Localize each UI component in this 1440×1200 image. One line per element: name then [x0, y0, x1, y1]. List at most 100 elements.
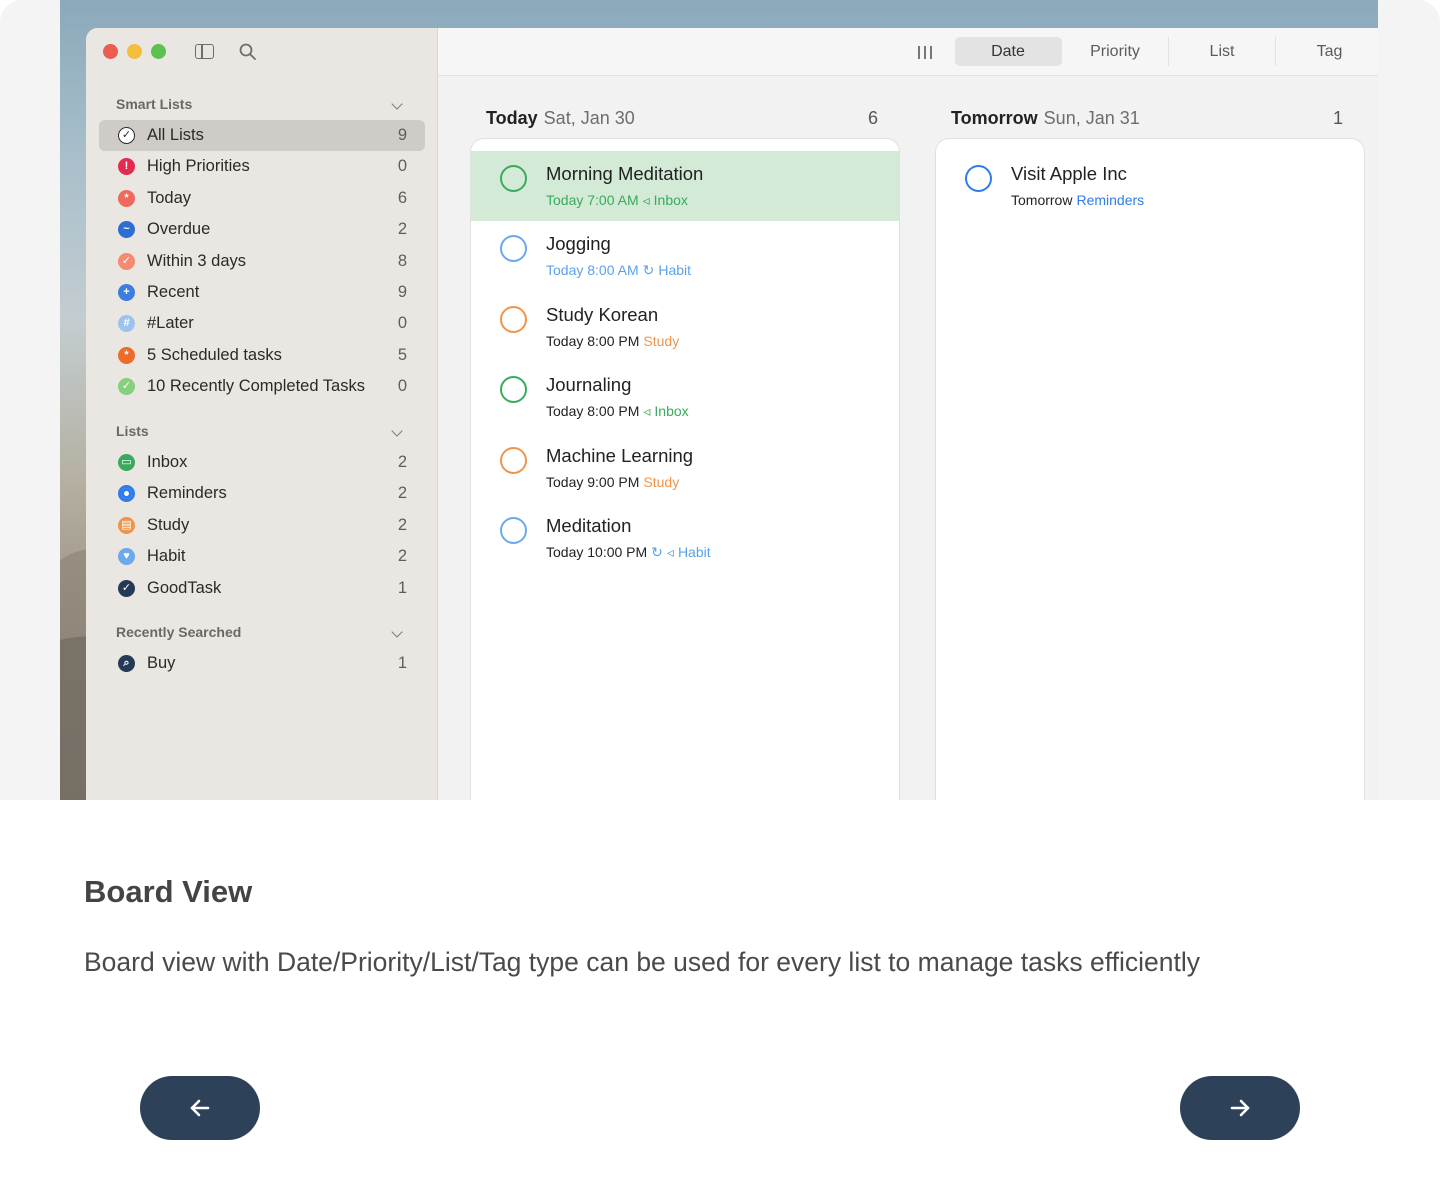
tab-tag[interactable]: Tag: [1276, 37, 1378, 66]
minimize-window-button[interactable]: [127, 44, 142, 59]
exclamation-icon: !: [118, 158, 135, 176]
sidebar-item-label: Inbox: [147, 453, 188, 471]
task-meta-part: Inbox: [654, 403, 689, 420]
inbox-icon: ▭: [118, 454, 135, 471]
asterisk-icon: *: [118, 189, 135, 207]
caption-description: Board view with Date/Priority/List/Tag t…: [84, 947, 1200, 977]
sidebar-item-count: 9: [397, 283, 407, 301]
previous-button[interactable]: [140, 1076, 260, 1140]
sidebar-item-label: Recent: [147, 283, 200, 301]
lists-heading: Lists: [116, 423, 149, 439]
column-count: 6: [868, 108, 879, 128]
close-window-button[interactable]: [103, 44, 118, 59]
sidebar-item-count: 6: [397, 188, 407, 207]
board-view-icon[interactable]: [918, 46, 932, 59]
sidebar-item-label: Study: [147, 515, 190, 534]
sidebar-item-label: All Lists: [147, 126, 204, 144]
sidebar-item-recent[interactable]: + Recent 9: [99, 277, 425, 308]
task-meta-part: Study: [643, 332, 680, 349]
asterisk-icon: *: [118, 346, 135, 364]
lists-collapse-icon[interactable]: [391, 425, 403, 437]
task-title: Jogging: [546, 233, 611, 255]
recently-searched-collapse-icon[interactable]: [391, 626, 403, 638]
sidebar-item-reminders[interactable]: Reminders 2: [99, 478, 425, 509]
task-complete-checkbox[interactable]: [500, 305, 527, 333]
task-complete-checkbox[interactable]: [500, 165, 527, 192]
sidebar-item-label: 5 Scheduled tasks: [147, 345, 282, 364]
sidebar-item-habit[interactable]: ♥ Habit 2: [99, 541, 425, 572]
sidebar-item-all-lists[interactable]: ✓ All Lists 9: [99, 120, 425, 151]
sidebar-item-5-scheduled-tasks[interactable]: * 5 Scheduled tasks 5: [99, 340, 425, 371]
sidebar-toggle-icon[interactable]: [195, 44, 214, 59]
next-button[interactable]: [1180, 1076, 1300, 1140]
sidebar-item-label: Buy: [147, 654, 176, 672]
column-card: Visit Apple Inc Tomorrow Reminders: [935, 138, 1365, 800]
sidebar-item-buy[interactable]: ⌕ Buy 1: [99, 648, 425, 679]
task-meta-part: Habit: [658, 262, 692, 279]
task-row[interactable]: Morning Meditation Today 7:00 AM ◃ Inbox: [471, 151, 899, 221]
check-circle-icon: ✓: [118, 127, 135, 144]
sidebar-item-count: 5: [397, 345, 407, 364]
screenshot-frame: Smart Lists ✓ All Lists 9 ! High Priorities 0…: [0, 0, 1440, 800]
task-meta-part: Reminders: [1076, 192, 1145, 208]
task-meta-part: ↻: [651, 544, 663, 560]
task-row[interactable]: Study Korean Today 8:00 PM Study: [471, 292, 899, 362]
caption-title: Board View: [84, 874, 253, 909]
sidebar-item-later[interactable]: # #Later 0: [99, 308, 425, 339]
sidebar-item-label: Habit: [147, 547, 186, 566]
tab-list[interactable]: List: [1169, 37, 1276, 66]
column-title: Tomorrow: [951, 108, 1038, 128]
tab-priority[interactable]: Priority: [1062, 37, 1169, 66]
task-complete-checkbox[interactable]: [965, 165, 992, 192]
sidebar-item-count: 2: [397, 515, 407, 534]
sidebar-item-label: Reminders: [147, 484, 227, 503]
task-meta: Today 8:00 AM ↻ Habit: [546, 262, 695, 279]
column-card: Morning Meditation Today 7:00 AM ◃ Inbox Jog…: [470, 138, 900, 800]
book-icon: ▤: [118, 516, 135, 534]
sidebar-item-overdue[interactable]: ~ Overdue 2: [99, 214, 425, 245]
task-meta: Tomorrow Reminders: [1011, 192, 1148, 208]
sidebar-item-inbox[interactable]: ▭ Inbox 2: [99, 447, 425, 478]
sidebar: Smart Lists ✓ All Lists 9 ! High Priorities 0…: [86, 28, 438, 800]
zoom-window-button[interactable]: [151, 44, 166, 59]
task-title: Study Korean: [546, 303, 659, 325]
column-count: 1: [1333, 108, 1344, 128]
task-row[interactable]: Journaling Today 8:00 PM ◃ Inbox: [471, 362, 899, 432]
sidebar-item-label: Within 3 days: [147, 251, 247, 270]
task-complete-checkbox[interactable]: [500, 517, 527, 544]
tab-date[interactable]: Date: [955, 37, 1062, 66]
sidebar-item-high-priorities[interactable]: ! High Priorities 0: [99, 151, 425, 182]
task-row[interactable]: Machine Learning Today 9:00 PM Study: [471, 433, 899, 503]
task-row[interactable]: Meditation Today 10:00 PM ↻ ◃ Habit: [471, 503, 899, 573]
sidebar-item-within-3-days[interactable]: ✓ Within 3 days 8: [99, 246, 425, 277]
task-meta: Today 7:00 AM ◃ Inbox: [546, 192, 692, 209]
task-row[interactable]: Jogging Today 8:00 AM ↻ Habit: [471, 221, 899, 291]
sidebar-item-count: 1: [397, 578, 407, 597]
task-meta: Today 8:00 PM ◃ Inbox: [546, 403, 693, 420]
task-title: Journaling: [546, 374, 632, 396]
task-complete-checkbox[interactable]: [500, 376, 527, 404]
search-icon[interactable]: [238, 42, 258, 62]
board-type-segmented-control: Date Priority List Tag: [955, 37, 1378, 66]
sidebar-item-count: 2: [397, 453, 407, 471]
sidebar-item-count: 2: [397, 484, 407, 503]
task-meta: Today 10:00 PM ↻ ◃ Habit: [546, 544, 715, 561]
smart-lists-heading: Smart Lists: [116, 96, 193, 112]
check-icon: ✓: [118, 252, 135, 270]
sidebar-item-goodtask[interactable]: ✓ GoodTask 1: [99, 573, 425, 604]
task-meta-part: ↻: [642, 262, 655, 279]
sidebar-item-count: 1: [397, 654, 407, 672]
task-meta-part: Today 8:00 AM: [546, 262, 639, 279]
task-meta: Today 9:00 PM Study: [546, 474, 683, 490]
search-icon: ⌕: [118, 655, 135, 672]
sidebar-item-today[interactable]: * Today 6: [99, 183, 425, 214]
smart-lists-collapse-icon[interactable]: [391, 98, 403, 110]
sidebar-item-study[interactable]: ▤ Study 2: [99, 510, 425, 541]
sidebar-item-10-recently-completed-tasks[interactable]: ✓ 10 Recently Completed Tasks 0: [99, 371, 425, 402]
task-meta-part: Today 9:00 PM: [546, 473, 640, 490]
task-complete-checkbox[interactable]: [500, 446, 527, 474]
column-header: Today Sat, Jan 30: [486, 108, 635, 129]
task-complete-checkbox[interactable]: [500, 235, 527, 263]
sidebar-item-label: #Later: [147, 314, 194, 333]
task-row[interactable]: Visit Apple Inc Tomorrow Reminders: [936, 151, 1364, 221]
